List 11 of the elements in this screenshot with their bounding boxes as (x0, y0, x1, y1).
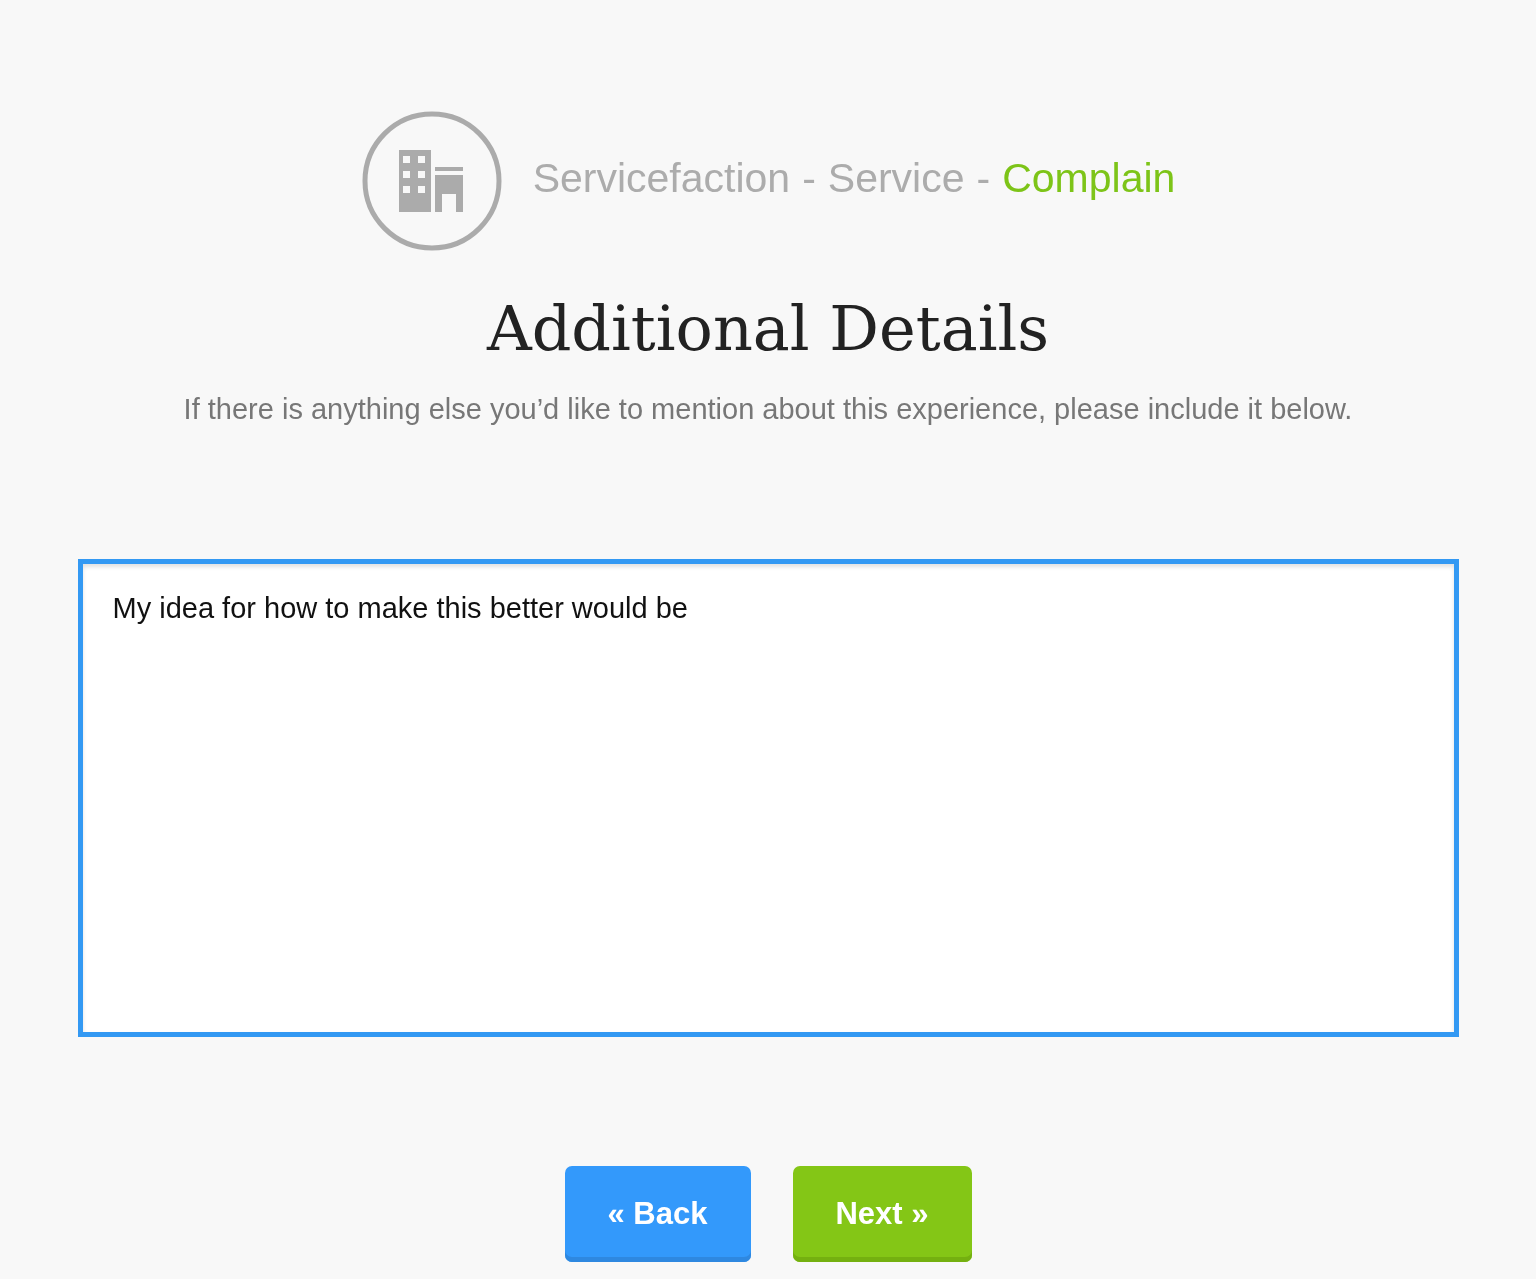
breadcrumb-separator: - (976, 154, 991, 202)
breadcrumb-item[interactable]: Servicefaction (532, 154, 791, 202)
next-button[interactable]: Next » (792, 1166, 972, 1262)
breadcrumb-item[interactable]: Complain (1002, 154, 1176, 202)
back-button[interactable]: « Back (564, 1166, 751, 1262)
page-heading: Additional Details (486, 292, 1050, 365)
breadcrumb-item[interactable]: Service (827, 154, 965, 202)
building-icon (360, 110, 503, 252)
details-field[interactable]: My idea for how to make this better would be (77, 559, 1459, 1037)
instruction-text: If there is anything else you’d like to mention about this experience, please include it below. (183, 393, 1353, 426)
breadcrumb-separator: - (802, 154, 816, 202)
